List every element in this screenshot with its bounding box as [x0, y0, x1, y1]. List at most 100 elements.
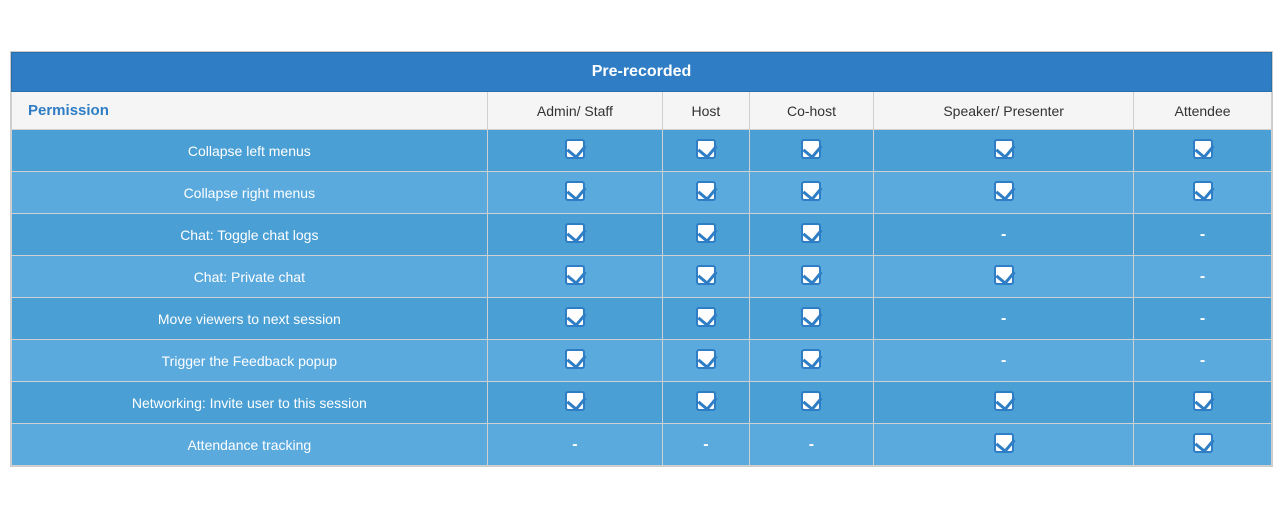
admin-cell — [487, 298, 663, 340]
host-cell: - — [663, 424, 749, 466]
host-cell — [663, 130, 749, 172]
admin-cell — [487, 340, 663, 382]
dash-indicator: - — [703, 436, 708, 453]
dash-indicator: - — [1001, 226, 1006, 243]
check-icon — [696, 139, 716, 159]
check-icon — [565, 391, 585, 411]
dash-indicator: - — [1001, 352, 1006, 369]
cohost-cell — [749, 340, 874, 382]
permission-cell: Collapse left menus — [12, 130, 488, 172]
admin-cell: - — [487, 424, 663, 466]
cohost-cell — [749, 214, 874, 256]
check-icon — [994, 265, 1014, 285]
cohost-cell — [749, 130, 874, 172]
dash-indicator: - — [1001, 310, 1006, 327]
permission-col-header: Permission — [12, 92, 488, 130]
admin-col-header: Admin/ Staff — [487, 92, 663, 130]
attendee-cell: - — [1134, 214, 1272, 256]
dash-indicator: - — [1200, 310, 1205, 327]
cohost-cell — [749, 172, 874, 214]
speaker-cell — [874, 172, 1134, 214]
table-row: Trigger the Feedback popup - - — [12, 340, 1272, 382]
dash-indicator: - — [1200, 268, 1205, 285]
attendee-cell — [1134, 382, 1272, 424]
host-cell — [663, 340, 749, 382]
check-icon — [696, 181, 716, 201]
main-header-row: Pre-recorded — [12, 53, 1272, 92]
host-cell — [663, 382, 749, 424]
check-icon — [994, 391, 1014, 411]
check-icon — [801, 349, 821, 369]
check-icon — [565, 181, 585, 201]
cohost-cell: - — [749, 424, 874, 466]
host-col-header: Host — [663, 92, 749, 130]
cohost-col-header: Co-host — [749, 92, 874, 130]
admin-cell — [487, 214, 663, 256]
check-icon — [801, 181, 821, 201]
check-icon — [801, 265, 821, 285]
host-cell — [663, 214, 749, 256]
permission-cell: Trigger the Feedback popup — [12, 340, 488, 382]
check-icon — [565, 307, 585, 327]
permission-cell: Move viewers to next session — [12, 298, 488, 340]
attendee-cell — [1134, 424, 1272, 466]
permissions-table: Pre-recorded Permission Admin/ Staff Hos… — [10, 51, 1273, 467]
column-header-row: Permission Admin/ Staff Host Co-host Spe… — [12, 92, 1272, 130]
speaker-cell — [874, 424, 1134, 466]
check-icon — [1193, 139, 1213, 159]
permission-cell: Attendance tracking — [12, 424, 488, 466]
table-row: Chat: Private chat - — [12, 256, 1272, 298]
check-icon — [801, 307, 821, 327]
dash-indicator: - — [809, 436, 814, 453]
attendee-cell — [1134, 130, 1272, 172]
host-cell — [663, 172, 749, 214]
check-icon — [565, 223, 585, 243]
permission-cell: Chat: Toggle chat logs — [12, 214, 488, 256]
host-cell — [663, 298, 749, 340]
check-icon — [994, 181, 1014, 201]
speaker-cell: - — [874, 340, 1134, 382]
dash-indicator: - — [1200, 226, 1205, 243]
table-row: Move viewers to next session - - — [12, 298, 1272, 340]
cohost-cell — [749, 298, 874, 340]
check-icon — [565, 349, 585, 369]
cohost-cell — [749, 256, 874, 298]
check-icon — [696, 307, 716, 327]
check-icon — [994, 433, 1014, 453]
attendee-cell — [1134, 172, 1272, 214]
speaker-cell: - — [874, 298, 1134, 340]
check-icon — [696, 349, 716, 369]
speaker-cell: - — [874, 214, 1134, 256]
admin-cell — [487, 130, 663, 172]
table-row: Chat: Toggle chat logs - - — [12, 214, 1272, 256]
speaker-cell — [874, 382, 1134, 424]
speaker-cell — [874, 256, 1134, 298]
check-icon — [696, 391, 716, 411]
table-row: Collapse left menus — [12, 130, 1272, 172]
check-icon — [1193, 391, 1213, 411]
admin-cell — [487, 172, 663, 214]
check-icon — [801, 139, 821, 159]
table-row: Collapse right menus — [12, 172, 1272, 214]
dash-indicator: - — [1200, 352, 1205, 369]
attendee-cell: - — [1134, 340, 1272, 382]
permission-cell: Chat: Private chat — [12, 256, 488, 298]
permission-cell: Networking: Invite user to this session — [12, 382, 488, 424]
admin-cell — [487, 256, 663, 298]
main-header: Pre-recorded — [12, 53, 1272, 92]
check-icon — [565, 265, 585, 285]
check-icon — [1193, 181, 1213, 201]
speaker-col-header: Speaker/ Presenter — [874, 92, 1134, 130]
speaker-cell — [874, 130, 1134, 172]
check-icon — [1193, 433, 1213, 453]
attendee-cell: - — [1134, 256, 1272, 298]
attendee-col-header: Attendee — [1134, 92, 1272, 130]
cohost-cell — [749, 382, 874, 424]
host-cell — [663, 256, 749, 298]
check-icon — [801, 391, 821, 411]
check-icon — [801, 223, 821, 243]
check-icon — [696, 265, 716, 285]
dash-indicator: - — [572, 436, 577, 453]
check-icon — [994, 139, 1014, 159]
admin-cell — [487, 382, 663, 424]
